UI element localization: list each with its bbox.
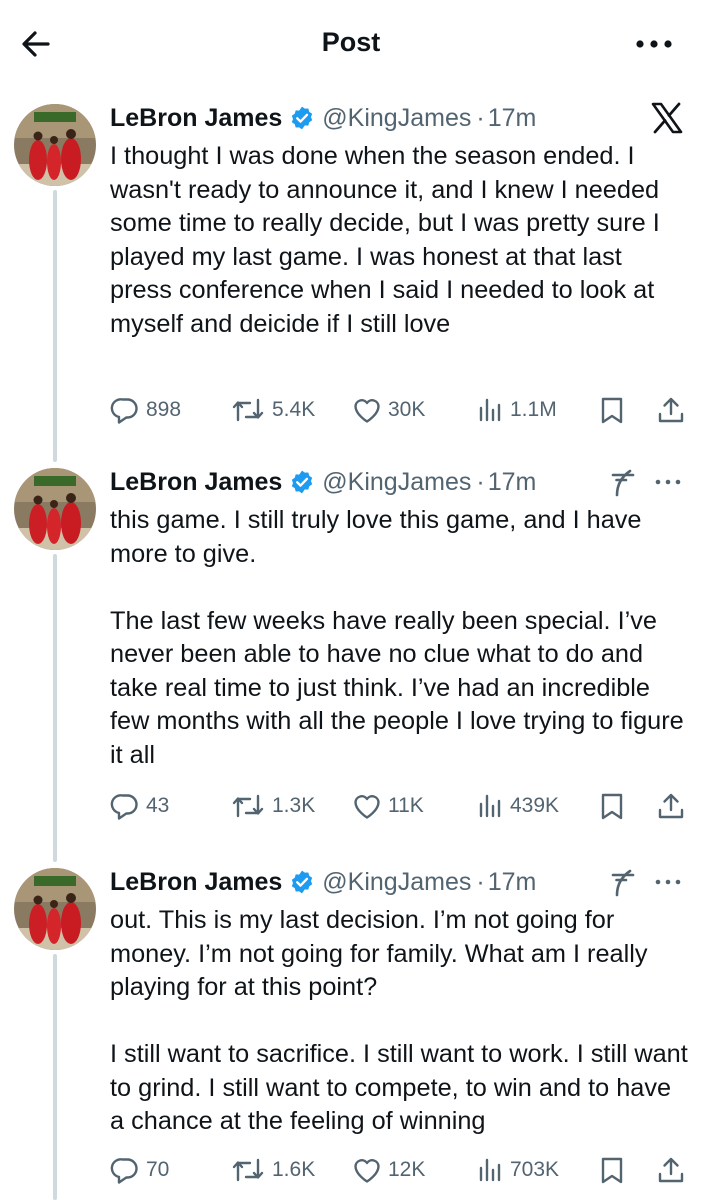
tweet-text: out. This is my last decision. I’m not g… — [110, 906, 688, 1135]
tweet-text: I thought I was done when the season end… — [110, 142, 660, 338]
repost-count: 1.3K — [272, 794, 316, 817]
more-icon[interactable] — [632, 26, 676, 62]
share-button[interactable] — [656, 390, 686, 430]
views-icon — [479, 398, 501, 422]
like-button[interactable]: 12K — [352, 1150, 425, 1190]
reply-count: 70 — [146, 1158, 170, 1181]
repost-button[interactable]: 1.6K — [230, 1150, 315, 1190]
like-count: 30K — [388, 398, 426, 421]
repost-count: 5.4K — [272, 398, 316, 421]
action-bar: 70 1.6K 12K 703K — [110, 1150, 690, 1190]
view-count: 703K — [510, 1158, 560, 1181]
bookmark-button[interactable] — [598, 786, 626, 826]
more-icon[interactable] — [652, 466, 684, 498]
tweet-text: this game. I still truly love this game,… — [110, 506, 684, 769]
like-icon — [354, 1159, 380, 1183]
like-count: 11K — [388, 794, 424, 817]
timestamp[interactable]: 17m — [488, 104, 537, 133]
author-handle[interactable]: @KingJames — [322, 868, 471, 897]
views-button[interactable]: 439K — [476, 786, 559, 826]
repost-button[interactable]: 1.3K — [230, 786, 315, 826]
page-title: Post — [321, 27, 381, 57]
author-name[interactable]: LeBron James — [110, 868, 282, 897]
thread-line — [53, 554, 57, 862]
views-button[interactable]: 1.1M — [476, 390, 557, 430]
bookmark-icon — [601, 793, 623, 820]
like-count: 12K — [388, 1158, 426, 1181]
view-count: 439K — [510, 794, 560, 817]
x-logo-icon — [651, 102, 683, 134]
top-bar: Post — [0, 0, 702, 88]
tweet-header: LeBron James @KingJames · 17m — [110, 464, 536, 500]
bookmark-button[interactable] — [598, 1150, 626, 1190]
like-button[interactable]: 11K — [352, 786, 424, 826]
thread-line — [53, 954, 57, 1200]
reply-count: 43 — [146, 794, 170, 817]
view-count: 1.1M — [510, 398, 557, 421]
like-icon — [354, 795, 380, 819]
share-button[interactable] — [656, 786, 686, 826]
reply-count: 898 — [146, 398, 182, 421]
repost-count: 1.6K — [272, 1158, 316, 1181]
verified-badge-icon — [292, 106, 313, 130]
tweet-header: LeBron James @KingJames · 17m — [110, 100, 536, 136]
repost-icon — [232, 794, 264, 818]
reply-button[interactable]: 70 — [110, 1150, 169, 1190]
tweet-header: LeBron James @KingJames · 17m — [110, 864, 536, 900]
separator-dot: · — [476, 467, 485, 496]
share-icon — [658, 1157, 684, 1183]
more-icon[interactable] — [652, 866, 684, 898]
avatar[interactable] — [14, 468, 96, 550]
avatar[interactable] — [14, 104, 96, 186]
reply-icon — [110, 794, 138, 820]
views-button[interactable]: 703K — [476, 1150, 559, 1190]
verified-badge-icon — [292, 870, 313, 894]
like-icon — [354, 399, 380, 423]
author-name[interactable]: LeBron James — [110, 468, 282, 497]
views-icon — [479, 1158, 501, 1182]
reply-button[interactable]: 898 — [110, 390, 181, 430]
share-button[interactable] — [656, 1150, 686, 1190]
bookmark-icon — [601, 1157, 623, 1184]
separator-dot: · — [476, 867, 485, 896]
like-button[interactable]: 30K — [352, 390, 425, 430]
share-icon — [658, 397, 684, 423]
reply-icon — [110, 398, 138, 424]
translate-icon[interactable] — [606, 866, 636, 898]
separator-dot: · — [476, 103, 485, 132]
verified-badge-icon — [292, 470, 313, 494]
avatar[interactable] — [14, 868, 96, 950]
bookmark-icon — [601, 397, 623, 424]
author-handle[interactable]: @KingJames — [322, 104, 471, 133]
repost-button[interactable]: 5.4K — [230, 390, 315, 430]
timestamp[interactable]: 17m — [488, 468, 537, 497]
author-name[interactable]: LeBron James — [110, 104, 282, 133]
action-bar: 898 5.4K 30K 1.1M — [110, 390, 690, 430]
share-icon — [658, 793, 684, 819]
thread-line — [53, 190, 57, 462]
author-handle[interactable]: @KingJames — [322, 468, 471, 497]
reply-button[interactable]: 43 — [110, 786, 169, 826]
views-icon — [479, 794, 501, 818]
action-bar: 43 1.3K 11K 439K — [110, 786, 690, 826]
reply-icon — [110, 1158, 138, 1184]
translate-icon[interactable] — [606, 466, 636, 498]
bookmark-button[interactable] — [598, 390, 626, 430]
timestamp[interactable]: 17m — [488, 868, 537, 897]
repost-icon — [232, 398, 264, 422]
repost-icon — [232, 1158, 264, 1182]
